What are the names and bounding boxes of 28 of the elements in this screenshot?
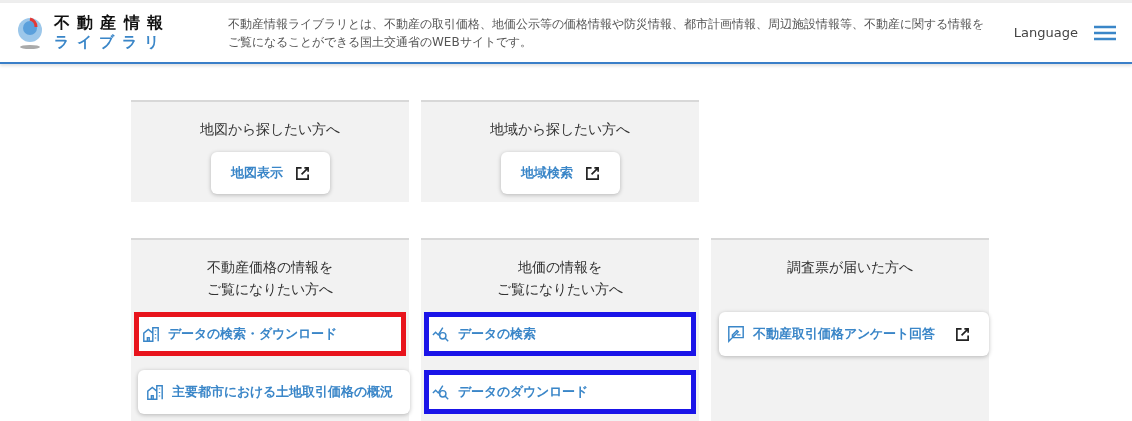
link-button[interactable]: データの検索・ダウンロード — [134, 312, 406, 356]
site-description: 不動産情報ライブラリとは、不動産の取引価格、地価公示等の価格情報や防災情報、都市計画情報、周辺施設情報等、不動産に関する情報を — [228, 15, 984, 33]
card-title: 地図から探したい方へ — [200, 120, 340, 139]
site-description: ご覧になることができる国土交通省のWEBサイトです。 — [228, 33, 533, 51]
menu-icon[interactable] — [1094, 24, 1116, 41]
external-link-icon — [294, 165, 310, 181]
map-link-button[interactable]: 地図表示 — [210, 152, 330, 194]
building-icon — [142, 325, 160, 343]
external-link-icon — [955, 326, 970, 342]
building-icon — [146, 383, 164, 401]
card-title: ご覧になりたい方へ — [497, 280, 623, 299]
logo-title: 不動産情報 — [54, 15, 170, 31]
language-link[interactable]: Language — [1013, 22, 1078, 43]
link-button[interactable]: 主要都市における土地取引価格の概況 — [138, 370, 410, 414]
chart-search-icon — [432, 325, 450, 343]
link-button[interactable]: データの検索 — [424, 312, 696, 356]
card-title: ご覧になりたい方へ — [207, 280, 333, 299]
link-button[interactable]: 不動産取引価格アンケート回答 — [719, 312, 989, 356]
map-link-button[interactable]: 地域検索 — [500, 152, 620, 194]
card-title: 地域から探したい方へ — [490, 120, 630, 139]
chart-search-icon — [432, 383, 450, 401]
logo-subtitle: ライブラリ — [54, 35, 168, 50]
external-link-icon — [584, 165, 600, 181]
card-title: 調査票が届いた方へ — [787, 258, 913, 277]
card-title: 地価の情報を — [518, 258, 602, 277]
card-title: 不動産価格の情報を — [207, 258, 333, 277]
message-edit-icon — [727, 325, 745, 343]
link-button[interactable]: データのダウンロード — [424, 370, 696, 414]
